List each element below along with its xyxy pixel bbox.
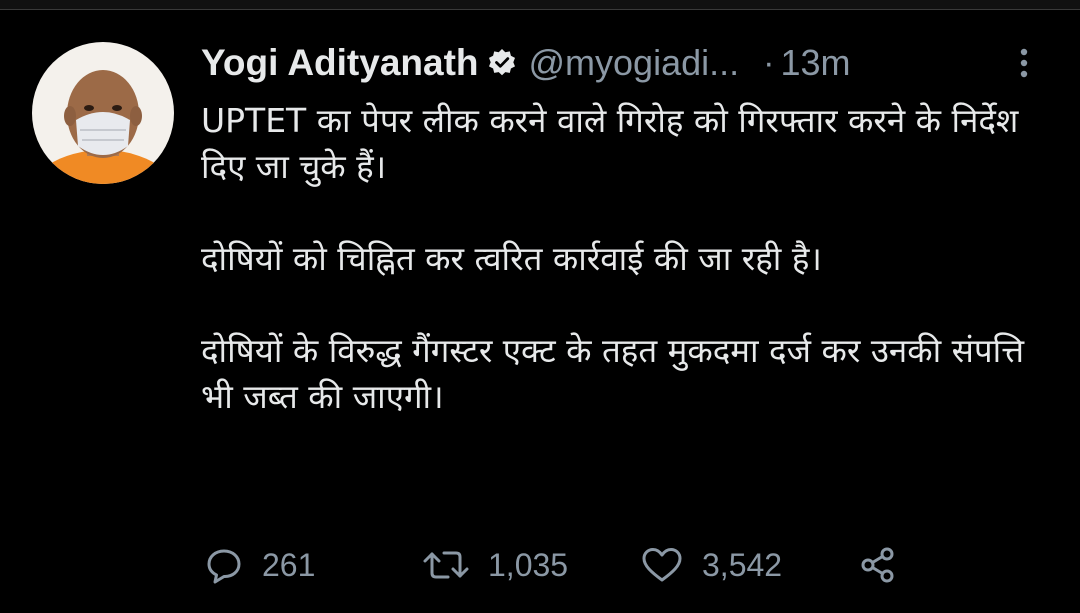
- profile-photo: [32, 42, 174, 184]
- reply-icon: [204, 545, 244, 585]
- like-button[interactable]: 3,542: [640, 541, 782, 589]
- heart-icon: [640, 545, 684, 585]
- tweet-actions: 261 1,035 3,542: [204, 541, 924, 589]
- author-handle[interactable]: @myogiadi...: [529, 42, 740, 84]
- tweet-paragraph: UPTET का पेपर लीक करने वाले गिरोह को गिर…: [201, 101, 1019, 186]
- reply-button[interactable]: 261: [204, 541, 315, 589]
- retweet-count: 1,035: [488, 546, 569, 583]
- separator-dot: ·: [763, 43, 775, 82]
- verified-badge-icon: [487, 48, 517, 78]
- tweet-text: UPTET का पेपर लीक करने वाले गिरोह को गिर…: [201, 98, 1061, 420]
- retweet-icon: [422, 545, 470, 585]
- share-button[interactable]: [858, 541, 898, 589]
- retweet-button[interactable]: 1,035: [422, 541, 568, 589]
- author-name[interactable]: Yogi Adityanath: [201, 42, 479, 84]
- top-divider: [0, 0, 1080, 10]
- tweet-header: Yogi Adityanath @myogiadi... · 13m: [201, 38, 1061, 88]
- tweet-timestamp[interactable]: 13m: [780, 42, 850, 84]
- more-vertical-icon[interactable]: [1014, 46, 1034, 80]
- tweet-paragraph: दोषियों के विरुद्ध गैंगस्टर एक्ट के तहत …: [201, 331, 1025, 416]
- reply-count: 261: [262, 546, 316, 583]
- share-icon: [858, 545, 898, 585]
- avatar[interactable]: [32, 42, 174, 184]
- tweet-paragraph: दोषियों को चिह्नित कर त्वरित कार्रवाई की…: [201, 239, 822, 278]
- like-count: 3,542: [702, 546, 783, 583]
